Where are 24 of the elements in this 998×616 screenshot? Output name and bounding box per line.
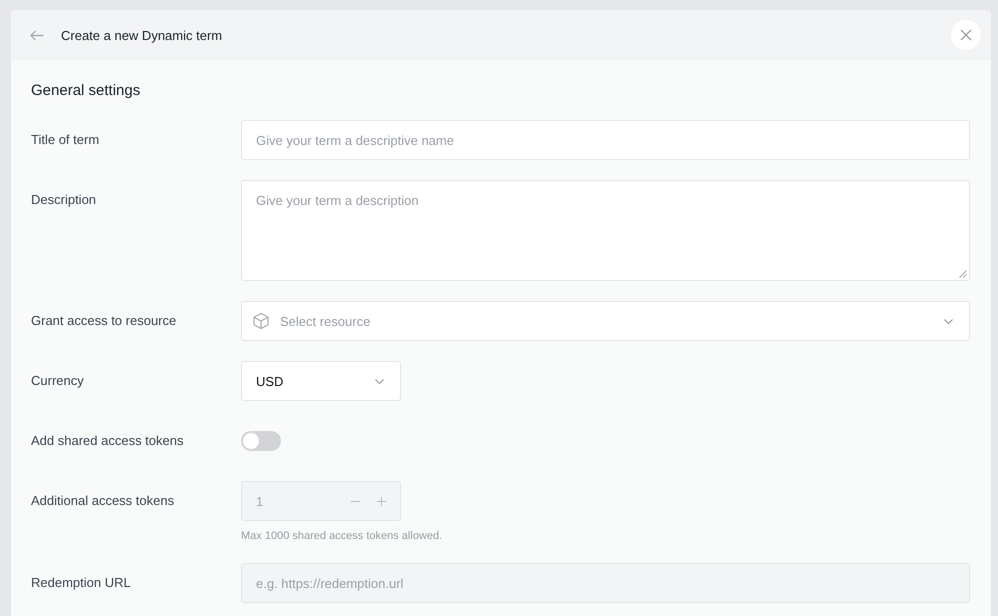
field-label: Title of term xyxy=(31,131,100,149)
cube-icon xyxy=(252,312,270,330)
dialog-title: Create a new Dynamic term xyxy=(61,28,222,42)
toggle-switch[interactable] xyxy=(241,431,281,451)
resource-select[interactable]: Select resource xyxy=(241,301,970,341)
field-label: Redemption URL xyxy=(31,574,131,592)
currency-select[interactable]: USD xyxy=(241,361,401,401)
section-title: General settings xyxy=(31,81,140,101)
field-label: Description xyxy=(31,191,96,209)
caret-icon xyxy=(944,318,953,324)
plus-icon xyxy=(377,496,386,506)
helper-text: Max 1000 shared access tokens allowed. xyxy=(241,530,442,543)
caret-icon xyxy=(375,378,384,384)
text-input-field[interactable]: Give your term a descriptive name xyxy=(241,120,970,160)
textarea-field[interactable]: Give your term a description xyxy=(241,180,970,281)
field-label: Additional access tokens xyxy=(31,492,174,510)
field-label: Add shared access tokens xyxy=(31,432,184,450)
back-arrow-icon xyxy=(30,30,44,40)
close-icon xyxy=(960,29,972,41)
minus-icon xyxy=(351,500,360,502)
field-label: Grant access to resource xyxy=(31,312,176,330)
field-label: Currency xyxy=(31,372,84,390)
close-button[interactable] xyxy=(951,20,981,50)
resize-grip-icon[interactable] xyxy=(959,270,967,278)
